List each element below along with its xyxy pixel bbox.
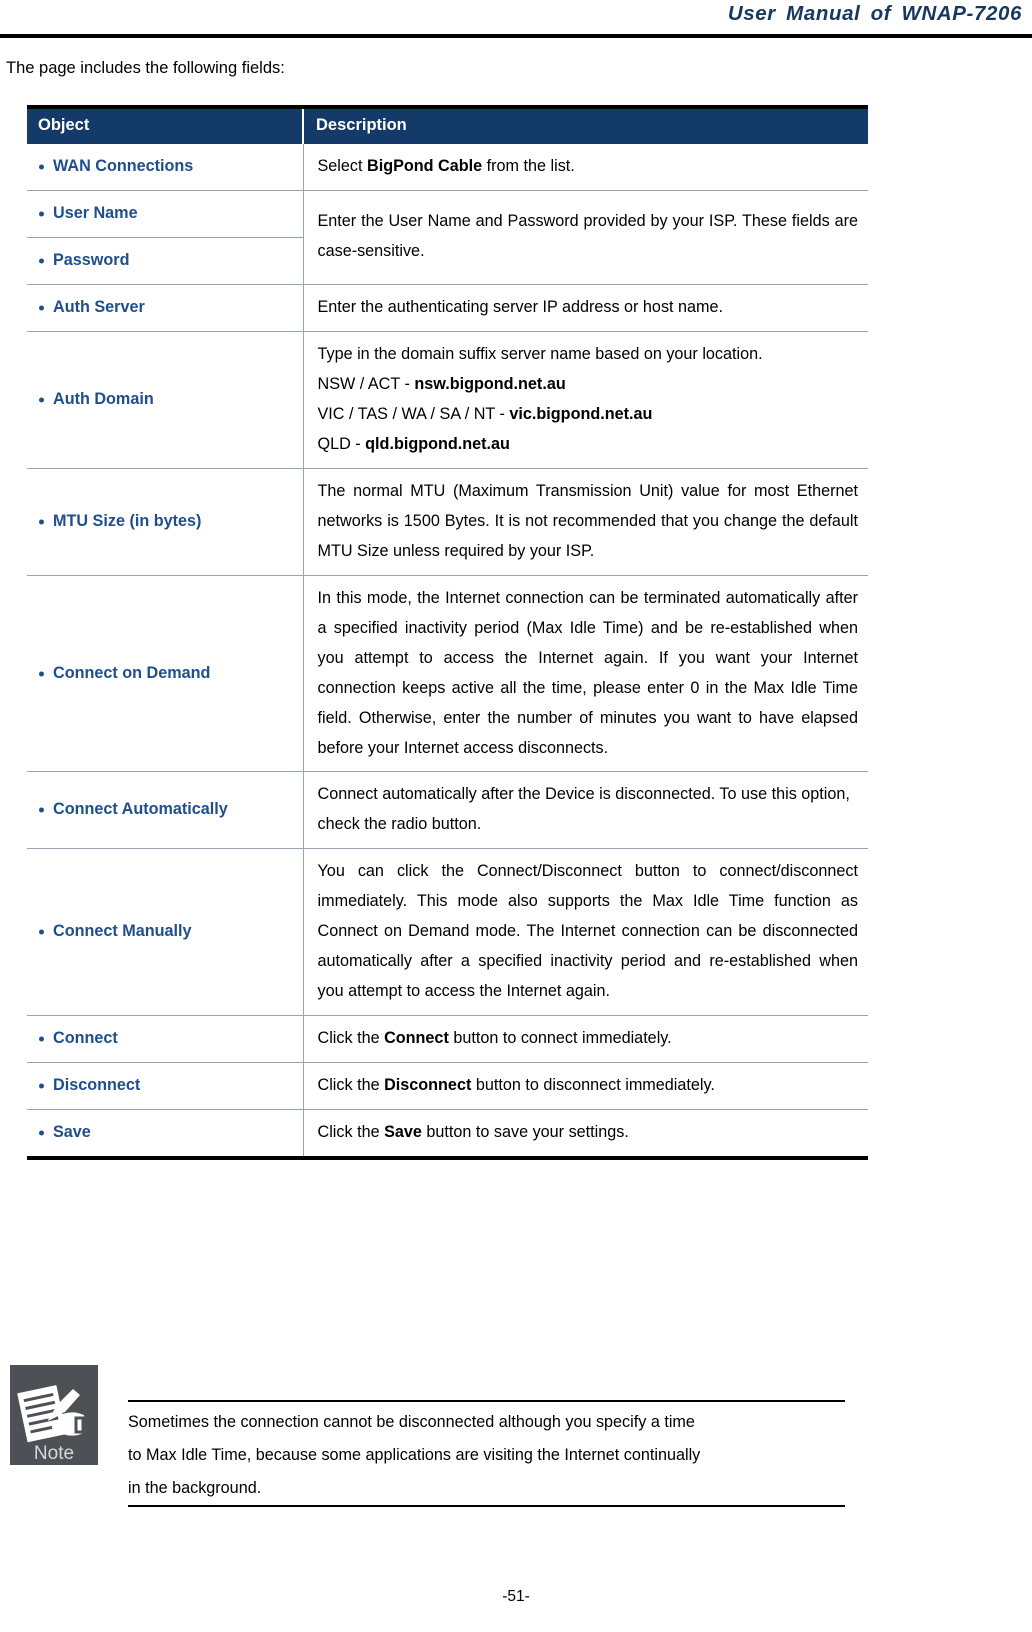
bullet-icon [39, 1130, 44, 1136]
object-label: Connect on Demand [53, 663, 211, 682]
object-label: WAN Connections [53, 157, 194, 175]
bullet-icon [39, 397, 44, 403]
object-label: Save [53, 1123, 91, 1142]
object-label: Connect Manually [53, 922, 192, 941]
description-cell-auth-server: Enter the authenticating server IP addre… [303, 284, 868, 332]
object-cell-connect-manually: Connect Manually [27, 848, 304, 1017]
object-label: Connect Automatically [53, 800, 228, 819]
table-row: Connect Automatically Connect automatica… [27, 771, 868, 850]
table-row: Auth Domain Type in the domain suffix se… [27, 331, 868, 469]
description-line: VIC / TAS / WA / SA / NT - vic.bigpond.n… [317, 404, 653, 423]
table-row: Connect Click the Connect button to conn… [27, 1015, 868, 1064]
bullet-icon [39, 929, 44, 935]
table-row: Disconnect Click the Disconnect button t… [27, 1062, 868, 1111]
note-text: Sometimes the connection cannot be disco… [128, 1406, 845, 1506]
description-cell-auth-domain: Type in the domain suffix server name ba… [303, 331, 868, 469]
table-row: Connect Manually You can click the Conne… [27, 848, 868, 1017]
note-line: to Max Idle Time, because some applicati… [128, 1446, 701, 1465]
table-row: User Name Enter the User Name and Passwo… [27, 190, 868, 285]
table-body: WAN Connections Select BigPond Cable fro… [27, 144, 868, 1157]
bullet-icon [39, 1036, 44, 1042]
description-line: QLD - qld.bigpond.net.au [317, 434, 510, 453]
object-cell-auth-domain: Auth Domain [27, 331, 304, 469]
object-cell-connect-on-demand: Connect on Demand [27, 575, 304, 773]
object-cell-password: Password [27, 237, 304, 285]
object-label: MTU Size (in bytes) [53, 511, 202, 530]
manual-title: User Manual of WNAP-7206 [727, 2, 1022, 25]
table-row: WAN Connections Select BigPond Cable fro… [27, 144, 868, 191]
bullet-icon [39, 671, 44, 677]
description-cell-connect-automatically: Connect automatically after the Device i… [303, 771, 868, 850]
table-row: Auth Server Enter the authenticating ser… [27, 284, 868, 332]
bullet-icon [39, 807, 44, 813]
object-cell-mtu-size: MTU Size (in bytes) [27, 468, 304, 576]
object-label: Password [53, 250, 130, 269]
object-cell-connect-automatically: Connect Automatically [27, 771, 304, 850]
fields-table: Object Description WAN Connections Selec… [27, 109, 868, 1157]
object-label: User Name [53, 203, 138, 222]
table-row: Connect on Demand In this mode, the Inte… [27, 575, 868, 773]
object-cell-connect: Connect [27, 1015, 304, 1064]
object-label: Connect [53, 1029, 118, 1048]
bullet-icon [39, 258, 44, 264]
description-cell-save: Click the Save button to save your setti… [317, 1123, 629, 1142]
object-cell-save: Save [27, 1109, 304, 1157]
note-line: Sometimes the connection cannot be disco… [128, 1413, 695, 1431]
object-cell-auth-server: Auth Server [27, 284, 304, 332]
description-cell-disconnect: Click the Disconnect button to disconnec… [303, 1062, 868, 1111]
page-header: User Manual of WNAP-7206 [0, 0, 1032, 44]
table-bottom-border [27, 1156, 868, 1161]
page-number: -51- [502, 1588, 530, 1605]
bullet-icon [39, 519, 44, 525]
table-row: Save Click the Save button to save your … [27, 1109, 868, 1157]
bullet-icon [39, 211, 44, 217]
note-icon: Note [10, 1365, 98, 1465]
table-row: MTU Size (in bytes) The normal MTU (Maxi… [27, 468, 868, 576]
description-cell-user-name-password: Enter the User Name and Password provide… [303, 190, 868, 285]
note-top-divider [128, 1400, 845, 1402]
description-cell-wan-connections: Select BigPond Cable from the list. [303, 144, 868, 191]
column-header-object: Object [27, 109, 303, 144]
note-line: in the background. [128, 1479, 262, 1498]
description-cell-mtu-size: The normal MTU (Maximum Transmission Uni… [303, 468, 868, 576]
description-cell-connect: Click the Connect button to connect imme… [303, 1015, 868, 1064]
description-cell-connect-on-demand: In this mode, the Internet connection ca… [303, 575, 868, 773]
note-icon-label: Note [34, 1443, 74, 1464]
table-head: Object Description [27, 109, 868, 144]
object-label: Disconnect [53, 1076, 141, 1095]
intro-text: The page includes the following fields: [6, 59, 285, 77]
bullet-icon [39, 164, 44, 170]
object-label: Auth Domain [53, 389, 154, 408]
bullet-icon [39, 305, 44, 311]
table-header-row: Object Description [27, 109, 868, 144]
header-divider [0, 34, 1032, 38]
object-label: Auth Server [53, 297, 145, 316]
bullet-icon [39, 1083, 44, 1089]
note-bottom-divider [128, 1505, 845, 1507]
column-header-description: Description [302, 109, 868, 144]
description-line: NSW / ACT - nsw.bigpond.net.au [317, 374, 566, 393]
object-cell-user-name: User Name [27, 190, 304, 238]
object-cell-disconnect: Disconnect [27, 1062, 304, 1111]
object-cell-wan-connections: WAN Connections [27, 144, 304, 191]
description-cell-connect-manually: You can click the Connect/Disconnect but… [303, 848, 868, 1017]
description-line: Type in the domain suffix server name ba… [317, 344, 763, 363]
fields-table-container: Object Description WAN Connections Selec… [27, 105, 868, 1161]
